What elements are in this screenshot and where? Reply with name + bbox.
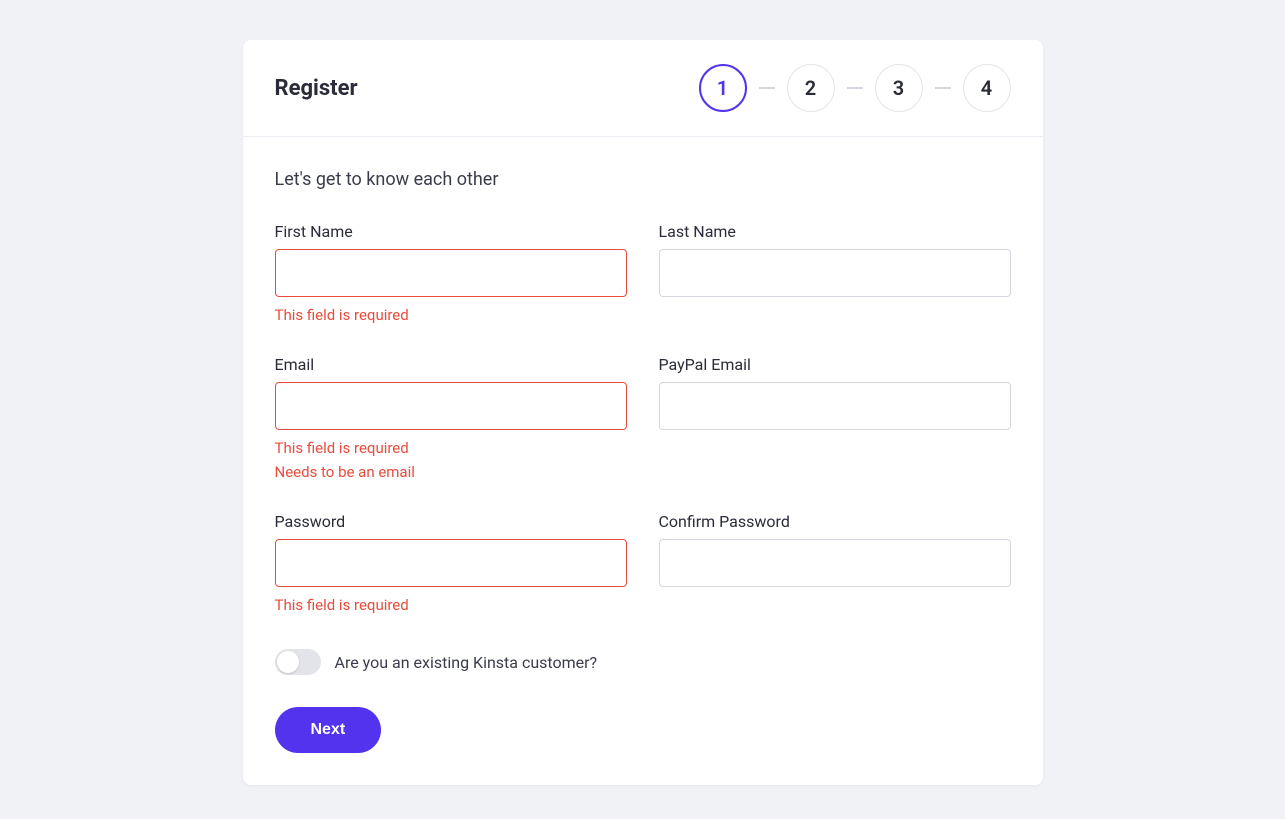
existing-customer-toggle[interactable] [275,649,321,675]
password-label: Password [275,512,627,531]
email-group: Email This field is required Needs to be… [275,355,627,484]
password-input[interactable] [275,539,627,587]
step-1[interactable]: 1 [699,64,747,112]
email-errors: This field is required Needs to be an em… [275,430,627,484]
email-error-1: This field is required [275,436,627,460]
paypal-email-label: PayPal Email [659,355,1011,374]
toggle-knob [277,651,299,673]
step-divider [847,87,863,89]
next-button[interactable]: Next [275,707,382,753]
step-4[interactable]: 4 [963,64,1011,112]
confirm-password-group: Confirm Password [659,512,1011,617]
last-name-label: Last Name [659,222,1011,241]
email-input[interactable] [275,382,627,430]
step-3[interactable]: 3 [875,64,923,112]
first-name-group: First Name This field is required [275,222,627,327]
stepper: 1 2 3 4 [699,64,1011,112]
confirm-password-input[interactable] [659,539,1011,587]
email-error-2: Needs to be an email [275,460,627,484]
email-label: Email [275,355,627,374]
register-card: Register 1 2 3 4 Let's get to know each … [243,40,1043,785]
card-header: Register 1 2 3 4 [243,40,1043,137]
last-name-group: Last Name [659,222,1011,327]
form-subtitle: Let's get to know each other [275,169,1011,190]
page-title: Register [275,76,358,101]
password-group: Password This field is required [275,512,627,617]
card-body: Let's get to know each other First Name … [243,137,1043,785]
step-divider [759,87,775,89]
step-divider [935,87,951,89]
first-name-label: First Name [275,222,627,241]
confirm-password-label: Confirm Password [659,512,1011,531]
last-name-input[interactable] [659,249,1011,297]
existing-customer-row: Are you an existing Kinsta customer? [275,649,1011,675]
password-error: This field is required [275,593,627,617]
first-name-input[interactable] [275,249,627,297]
paypal-email-input[interactable] [659,382,1011,430]
form-grid: First Name This field is required Last N… [275,222,1011,617]
first-name-error: This field is required [275,303,627,327]
existing-customer-label: Are you an existing Kinsta customer? [335,653,598,672]
paypal-email-group: PayPal Email [659,355,1011,484]
step-2[interactable]: 2 [787,64,835,112]
